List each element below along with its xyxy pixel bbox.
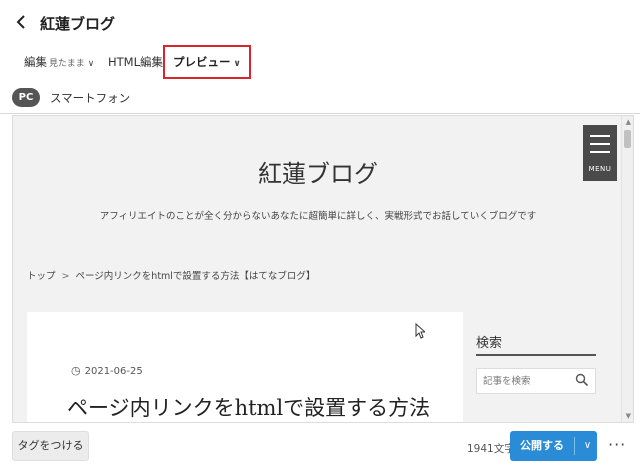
article-date: ◷ 2021-06-25 (71, 364, 143, 377)
article-date-text: 2021-06-25 (84, 366, 143, 377)
editor-header: 紅蓮ブログ (0, 0, 640, 44)
character-count: 1941文字 (467, 443, 515, 455)
breadcrumb-separator: > (61, 271, 70, 282)
sidebar-search-heading: 検索 (476, 336, 503, 351)
blog-name-title: 紅蓮ブログ (40, 15, 116, 33)
smartphone-view-button[interactable]: スマートフォン (50, 89, 130, 107)
hamburger-bar (590, 151, 610, 153)
search-input[interactable] (477, 369, 573, 393)
chevron-down-icon[interactable]: ∨ (578, 431, 597, 461)
preview-scrollbar[interactable]: ▲ ▼ (621, 116, 633, 422)
clock-icon: ◷ (71, 364, 81, 377)
hamburger-bar (590, 143, 610, 145)
more-options-icon[interactable]: ··· (608, 435, 626, 454)
publish-button[interactable]: 公開する ∨ (510, 431, 597, 461)
scroll-up-arrow-icon[interactable]: ▲ (626, 118, 631, 126)
back-icon[interactable] (14, 12, 32, 34)
breadcrumb: トップ > ページ内リンクをhtmlで設置する方法【はてなブログ】 (27, 268, 315, 282)
add-tag-button[interactable]: タグをつける (12, 431, 89, 461)
mouse-cursor-icon (415, 323, 425, 339)
tab-html-edit[interactable]: HTML編集 (108, 50, 163, 74)
preview-frame: MENU 紅蓮ブログ アフィリエイトのことが全く分からないあなたに超簡単に詳しく… (12, 115, 634, 423)
tab-preview-label: プレビュー (173, 55, 231, 69)
search-icon[interactable] (575, 373, 589, 387)
breadcrumb-home-link[interactable]: トップ (27, 271, 56, 282)
blog-editor: 紅蓮ブログ 編集 見たまま ∨ HTML編集 プレビュー ∨ PC スマートフォン M… (0, 0, 640, 470)
editor-footer: タグをつける 1941文字 公開する ∨ ··· (0, 423, 640, 470)
chevron-down-icon: ∨ (233, 59, 241, 69)
article-card: ◷ 2021-06-25 ページ内リンクをhtmlで設置する方法 (27, 312, 463, 422)
tab-visual-edit[interactable]: 編集 見たまま ∨ (24, 50, 94, 74)
breadcrumb-current: ページ内リンクをhtmlで設置する方法【はてなブログ】 (75, 271, 316, 282)
blog-description: アフィリエイトのことが全く分からないあなたに超簡単に詳しく、実戦形式でお話してい… (99, 211, 537, 222)
sidebar-search-box (476, 368, 596, 394)
tab-preview[interactable]: プレビュー ∨ (163, 45, 251, 79)
article-title: ページ内リンクをhtmlで設置する方法 (67, 396, 431, 420)
pc-view-button[interactable]: PC (12, 88, 40, 107)
tab-visual-edit-label: 編集 (24, 55, 47, 69)
publish-divider (574, 437, 575, 455)
device-toggle: PC スマートフォン (0, 84, 640, 114)
tab-visual-edit-sublabel: 見たまま (49, 59, 85, 69)
hamburger-bar (590, 135, 610, 137)
sidebar-heading-underline (476, 354, 596, 356)
publish-button-label: 公開する (520, 439, 564, 452)
blog-site-title[interactable]: 紅蓮ブログ (13, 154, 623, 189)
chevron-left-icon (16, 15, 25, 29)
editor-mode-tabs: 編集 見たまま ∨ HTML編集 プレビュー ∨ (0, 44, 640, 80)
scrollbar-thumb[interactable] (624, 130, 631, 148)
scroll-down-arrow-icon[interactable]: ▼ (626, 412, 631, 420)
chevron-down-icon: ∨ (87, 59, 95, 69)
